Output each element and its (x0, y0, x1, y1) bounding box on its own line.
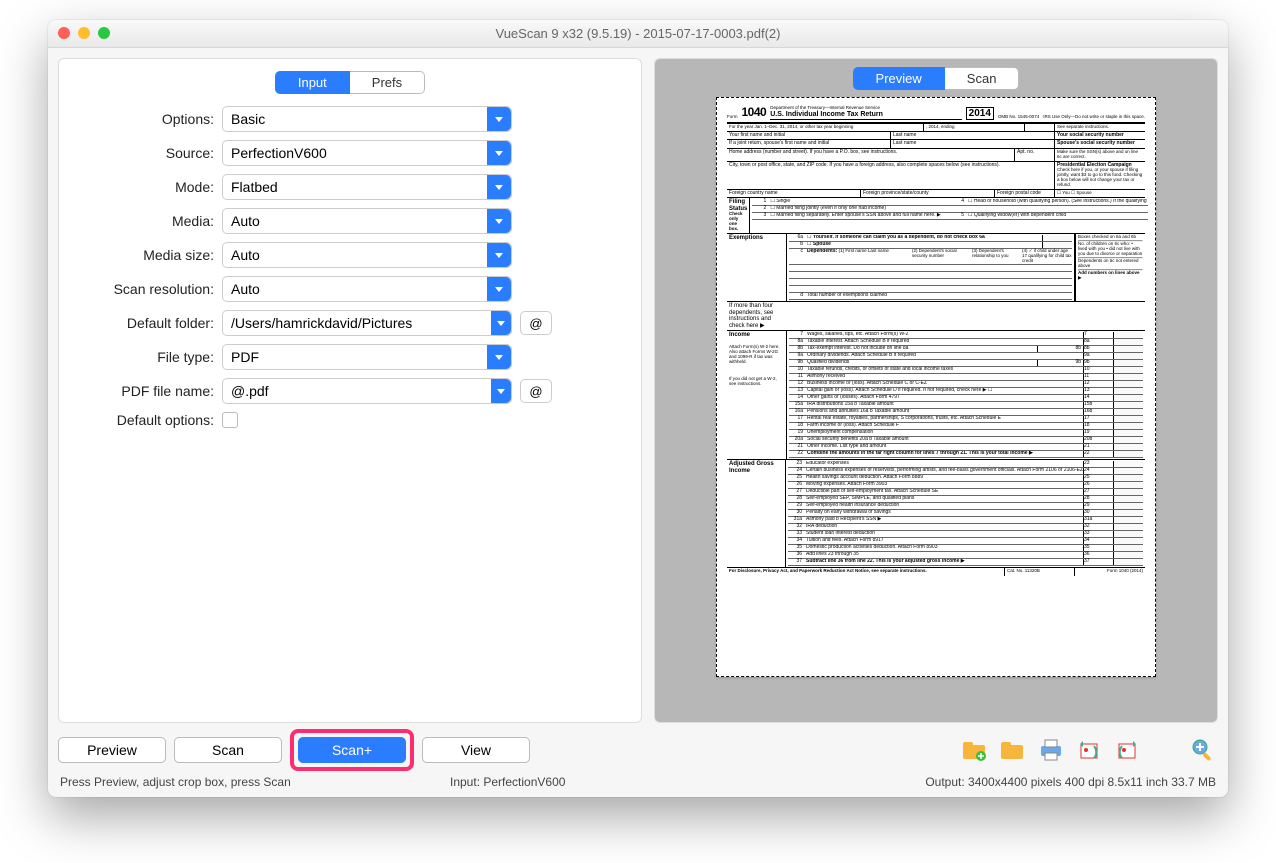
chevron-down-icon[interactable] (487, 243, 511, 267)
bottom-bar: Preview Scan Scan+ View Press Preview, a… (48, 729, 1228, 797)
select-options[interactable]: Basic (222, 106, 512, 132)
scanplus-button[interactable]: Scan+ (298, 737, 406, 763)
checkbox-defaults[interactable] (222, 412, 238, 428)
traffic-lights (58, 27, 110, 39)
chevron-down-icon[interactable] (491, 311, 511, 335)
form-number: 1040 (742, 106, 767, 119)
row-options: Options: Basic (69, 106, 631, 132)
row-defaults: Default options: (69, 412, 631, 428)
label-mode: Mode: (69, 179, 214, 195)
select-pdfname[interactable]: @.pdf (222, 378, 512, 404)
label-pdfname: PDF file name: (69, 383, 214, 399)
preview-panel: Preview Scan Form 1040 Department of the… (654, 58, 1218, 723)
row-mediasize: Media size: Auto (69, 242, 631, 268)
window-title: VueScan 9 x32 (9.5.19) - 2015-07-17-0003… (48, 26, 1228, 41)
chevron-down-icon[interactable] (487, 141, 511, 165)
tab-preview[interactable]: Preview (853, 67, 945, 90)
chevron-down-icon[interactable] (491, 379, 511, 403)
row-resolution: Scan resolution: Auto (69, 276, 631, 302)
folder-icon[interactable] (998, 737, 1028, 763)
row-source: Source: PerfectionV600 (69, 140, 631, 166)
label-resolution: Scan resolution: (69, 281, 214, 297)
tab-scan[interactable]: Scan (945, 67, 1020, 90)
highlight-annotation: Scan+ (290, 729, 414, 771)
chevron-down-icon[interactable] (487, 345, 511, 369)
zoom-icon[interactable] (1188, 737, 1218, 763)
label-media: Media: (69, 213, 214, 229)
preview-button[interactable]: Preview (58, 737, 166, 763)
select-resolution[interactable]: Auto (222, 276, 512, 302)
row-pdfname: PDF file name: @.pdf @ (69, 378, 631, 404)
form-title: U.S. Individual Income Tax Return (770, 111, 961, 120)
document-preview[interactable]: Form 1040 Department of the Treasury—Int… (716, 97, 1156, 677)
label-folder: Default folder: (69, 315, 214, 331)
select-source[interactable]: PerfectionV600 (222, 140, 512, 166)
at-button-folder[interactable]: @ (520, 311, 552, 335)
status-input: Input: PerfectionV600 (450, 775, 925, 789)
label-source: Source: (69, 145, 214, 161)
select-filetype[interactable]: PDF (222, 344, 512, 370)
select-mediasize[interactable]: Auto (222, 242, 512, 268)
tab-input[interactable]: Input (275, 71, 350, 94)
label-filetype: File type: (69, 349, 214, 365)
printer-icon[interactable] (1036, 737, 1066, 763)
chevron-down-icon[interactable] (487, 107, 511, 131)
status-hint: Press Preview, adjust crop box, press Sc… (60, 775, 450, 789)
select-media[interactable]: Auto (222, 208, 512, 234)
rotate-left-icon[interactable] (1074, 737, 1104, 763)
label-options: Options: (69, 111, 214, 127)
view-button[interactable]: View (422, 737, 530, 763)
chevron-down-icon[interactable] (487, 277, 511, 301)
app-window: VueScan 9 x32 (9.5.19) - 2015-07-17-0003… (48, 20, 1228, 797)
tab-prefs[interactable]: Prefs (350, 71, 425, 94)
settings-tabs: Input Prefs (69, 71, 631, 94)
zoom-icon[interactable] (98, 27, 110, 39)
folder-plus-icon[interactable] (960, 737, 990, 763)
chevron-down-icon[interactable] (487, 175, 511, 199)
row-folder: Default folder: /Users/hamrickdavid/Pictu… (69, 310, 631, 336)
row-media: Media: Auto (69, 208, 631, 234)
row-mode: Mode: Flatbed (69, 174, 631, 200)
scan-button[interactable]: Scan (174, 737, 282, 763)
rotate-right-icon[interactable] (1112, 737, 1142, 763)
select-mode[interactable]: Flatbed (222, 174, 512, 200)
minimize-icon[interactable] (78, 27, 90, 39)
status-output: Output: 3400x4400 pixels 400 dpi 8.5x11 … (925, 775, 1216, 789)
label-defaults: Default options: (69, 412, 214, 428)
toolbar-icons (960, 737, 1218, 763)
chevron-down-icon[interactable] (487, 209, 511, 233)
label-mediasize: Media size: (69, 247, 214, 263)
preview-tabs: Preview Scan (655, 67, 1217, 90)
row-filetype: File type: PDF (69, 344, 631, 370)
close-icon[interactable] (58, 27, 70, 39)
at-button-pdfname[interactable]: @ (520, 379, 552, 403)
titlebar: VueScan 9 x32 (9.5.19) - 2015-07-17-0003… (48, 20, 1228, 48)
settings-panel: Input Prefs Options: Basic Source: Perfecti… (58, 58, 642, 723)
select-folder[interactable]: /Users/hamrickdavid/Pictures (222, 310, 512, 336)
